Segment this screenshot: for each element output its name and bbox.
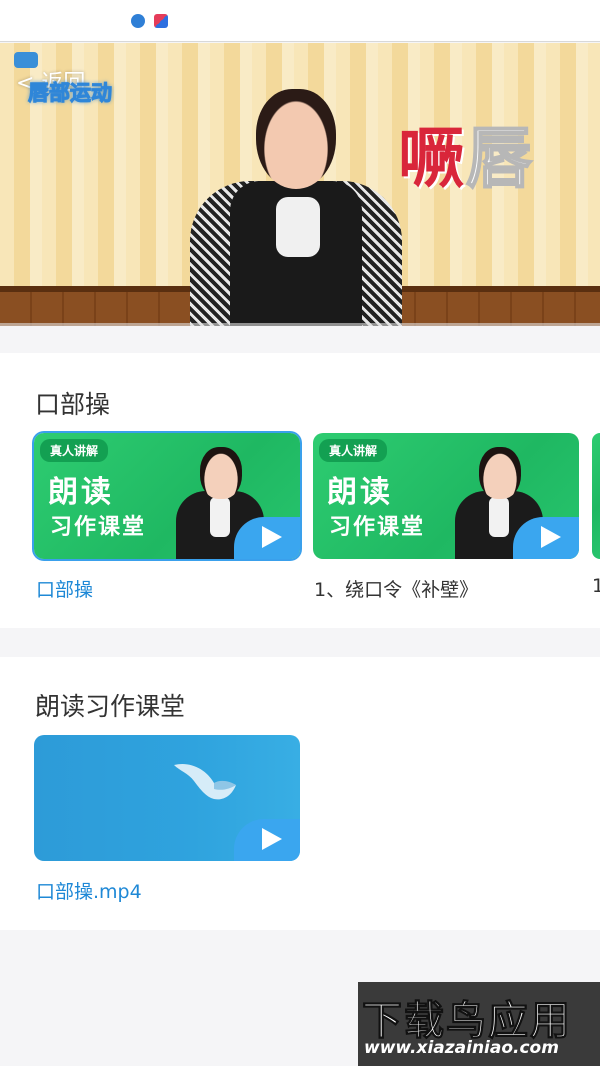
teacher-video-frame xyxy=(190,89,402,326)
card-label[interactable]: 口部操.mp4 xyxy=(36,877,142,904)
card-label[interactable]: 口部操 xyxy=(36,575,93,602)
video-progress-bar[interactable] xyxy=(0,323,600,326)
video-card-partial[interactable] xyxy=(592,433,600,559)
play-icon[interactable] xyxy=(234,819,300,861)
app-notification-icon-2 xyxy=(154,14,168,28)
status-bar xyxy=(0,0,600,42)
card-label[interactable]: 1 xyxy=(592,575,600,597)
play-icon[interactable] xyxy=(513,517,579,559)
video-card-mp4[interactable] xyxy=(34,735,300,861)
caption-char-2: 唇 xyxy=(465,119,534,198)
card-title-line1: 朗读 xyxy=(327,475,393,510)
play-icon[interactable] xyxy=(234,517,300,559)
video-caption: 噘唇 xyxy=(398,105,534,201)
placeholder-fish-icon xyxy=(174,763,236,800)
section-title: 朗读习作课堂 xyxy=(35,692,186,721)
section-title: 口部操 xyxy=(35,390,111,419)
video-player[interactable]: < 返回 唇部运动 噘唇 xyxy=(0,43,600,326)
section-reading-writing: 朗读习作课堂 口部操.mp4 xyxy=(0,657,600,930)
section-mouth-exercise: 口部操 真人讲解 朗读 习作课堂 口部操 真人讲解 朗读 习作课堂 1、绕口令《… xyxy=(0,353,600,628)
card-tag: 真人讲解 xyxy=(40,439,109,462)
video-card-mouth-exercise[interactable]: 真人讲解 朗读 习作课堂 xyxy=(34,433,300,559)
card-title-line2: 习作课堂 xyxy=(50,515,147,540)
card-title-line1: 朗读 xyxy=(48,475,114,510)
watermark: 下载鸟应用 www.xiazainiao.com xyxy=(358,982,600,1066)
card-label[interactable]: 1、绕口令《补壁》 xyxy=(314,575,478,602)
card-tag: 真人讲解 xyxy=(319,439,388,462)
caption-char-1: 噘 xyxy=(398,120,466,197)
video-title: 唇部运动 xyxy=(28,81,113,106)
card-title-line2: 习作课堂 xyxy=(329,515,426,540)
app-notification-icon xyxy=(131,14,145,28)
watermark-url: www.xiazainiao.com xyxy=(364,1038,559,1058)
video-card-tongue-twister[interactable]: 真人讲解 朗读 习作课堂 xyxy=(313,433,579,559)
